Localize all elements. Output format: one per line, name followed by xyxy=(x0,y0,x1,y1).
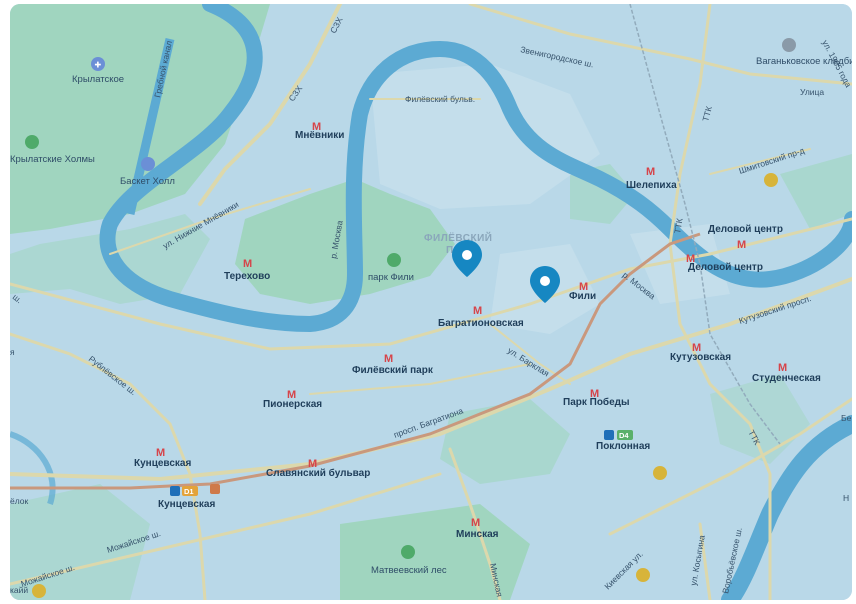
metro-label: Деловой центр xyxy=(708,224,783,235)
poi-icon xyxy=(32,584,46,598)
metro-icon: М xyxy=(737,239,746,251)
district-label: ФИЛЁВСКИЙ xyxy=(424,231,492,244)
metro-label: Кутузовская xyxy=(670,352,731,363)
street-label: Бе xyxy=(841,413,852,423)
rail-stop-label: Кунцевская xyxy=(158,499,215,510)
metro-icon: М xyxy=(243,258,252,270)
metro-label: Кунцевская xyxy=(134,458,191,469)
street-label: я xyxy=(10,347,15,357)
place-label: Матвеевский лес xyxy=(371,565,447,576)
metro-label: Славянский бульвар xyxy=(266,467,370,479)
metro-label: Минская xyxy=(456,529,499,540)
svg-text:D1: D1 xyxy=(184,487,194,496)
rail-icon xyxy=(210,484,220,494)
metro-icon: М xyxy=(473,305,482,317)
metro-label: Пионерская xyxy=(263,399,322,410)
map-canvas[interactable]: Гребной канал СЗХ СЗХ Звенигородское ш. … xyxy=(10,4,852,600)
cemetery-icon xyxy=(782,38,796,52)
street-label: Н xyxy=(843,493,849,503)
metro-label: Фили xyxy=(569,291,596,302)
metro-label: Мнёвники xyxy=(295,130,344,141)
poi-icon xyxy=(636,568,650,582)
place-label: Крылатские Холмы xyxy=(10,154,95,165)
poi-icon xyxy=(653,466,667,480)
place-label: Ваганьковское кладбище xyxy=(756,56,852,67)
place-label: Крылатское xyxy=(72,74,124,85)
street-label: кайй xyxy=(10,585,28,595)
metro-icon: М xyxy=(384,353,393,365)
metro-label: Деловой центр xyxy=(688,262,763,273)
tree-icon xyxy=(401,545,415,559)
street-label: ёлок xyxy=(10,496,29,506)
svg-text:D4: D4 xyxy=(619,431,629,440)
place-label: Баскет Холл xyxy=(120,176,175,187)
metro-label: Парк Победы xyxy=(563,396,630,408)
metro-label: Студенческая xyxy=(752,373,821,384)
metro-icon: М xyxy=(646,166,655,178)
metro-icon: М xyxy=(471,517,480,529)
rail-icon xyxy=(170,486,180,496)
svg-text:✚: ✚ xyxy=(95,61,102,70)
place-label: парк Фили xyxy=(368,272,414,283)
metro-label: Филёвский парк xyxy=(352,365,434,376)
street-label: Филёвский бульв. xyxy=(405,94,475,104)
tree-icon xyxy=(387,253,401,267)
poi-icon xyxy=(764,173,778,187)
tree-icon xyxy=(25,135,39,149)
metro-label: Шелепиха xyxy=(626,180,677,191)
metro-label: Багратионовская xyxy=(438,318,524,329)
sport-icon xyxy=(141,157,155,171)
rail-icon xyxy=(604,430,614,440)
street-label: Улица xyxy=(800,87,824,97)
metro-label: Терехово xyxy=(224,271,270,282)
rail-stop-label: Поклонная xyxy=(596,441,650,452)
